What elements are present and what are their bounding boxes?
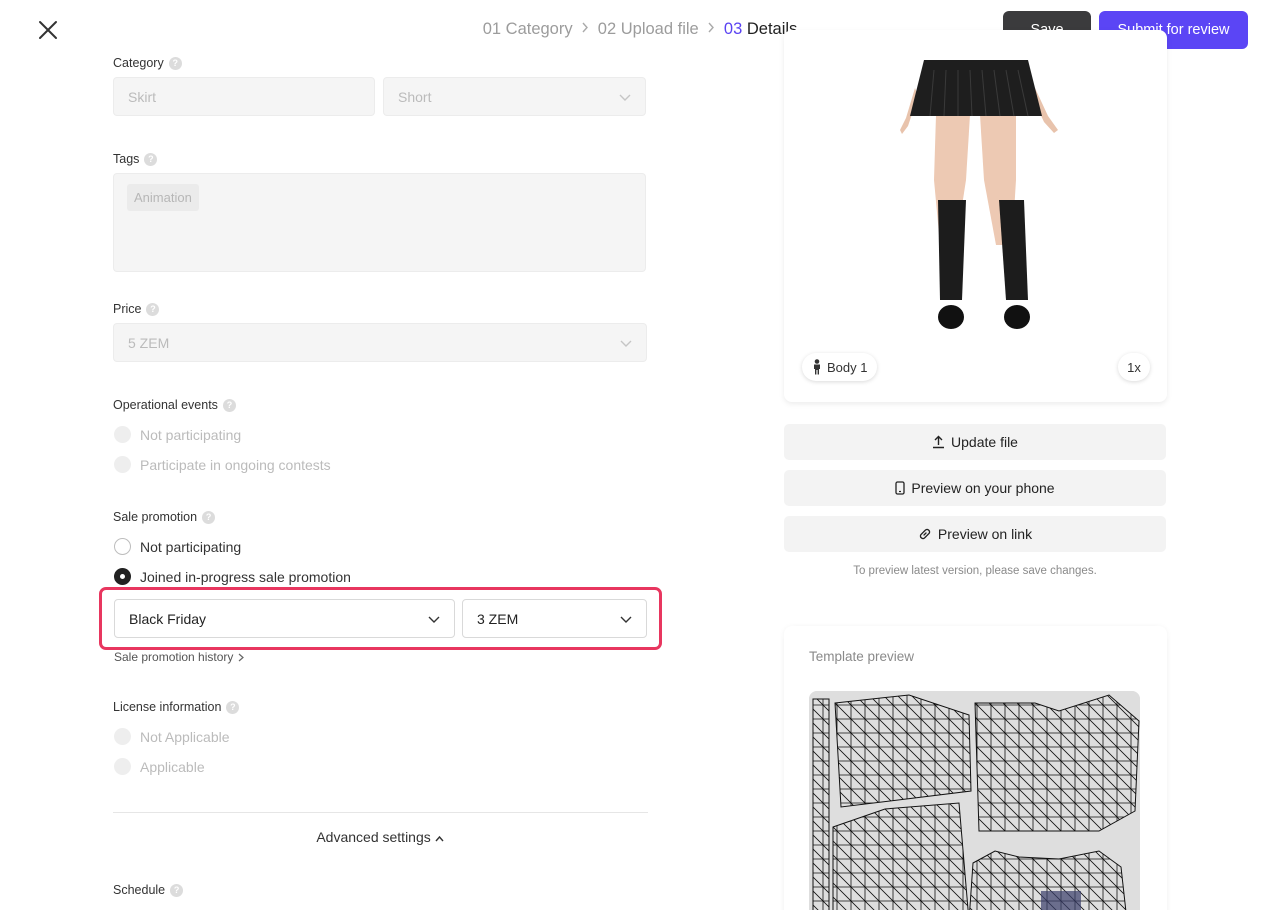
chevron-up-icon [435, 835, 444, 842]
radio-button [114, 728, 131, 745]
radio-button-selected[interactable] [114, 568, 131, 585]
operational-events-label: Operational events? [113, 398, 236, 412]
radio-license-not-applicable: Not Applicable [114, 728, 230, 745]
price-label: Price? [113, 302, 160, 316]
link-icon [919, 528, 931, 540]
preview-on-phone-button[interactable]: Preview on your phone [784, 470, 1166, 506]
template-preview-title: Template preview [809, 649, 915, 664]
chevron-right-icon [707, 19, 715, 38]
help-icon[interactable]: ? [222, 398, 236, 412]
subcategory-select: Short [383, 77, 646, 116]
help-icon[interactable]: ? [226, 700, 240, 714]
update-file-button[interactable]: Update file [784, 424, 1166, 460]
phone-icon [895, 481, 906, 495]
step-1[interactable]: 01 Category [483, 20, 573, 38]
sale-event-select[interactable]: Black Friday [114, 599, 455, 638]
chevron-down-icon [428, 616, 440, 623]
license-label: License information? [113, 700, 240, 714]
advanced-settings-toggle[interactable]: Advanced settings [0, 829, 760, 845]
person-icon [814, 359, 820, 375]
sale-promotion-label: Sale promotion? [113, 510, 216, 524]
chevron-right-icon [238, 653, 245, 661]
help-icon[interactable]: ? [144, 152, 158, 166]
help-icon[interactable]: ? [170, 883, 184, 897]
sale-event-value: Black Friday [129, 610, 207, 627]
chevron-down-icon [620, 340, 632, 347]
upload-icon [933, 435, 945, 449]
radio-button [114, 758, 131, 775]
save-hint-text: To preview latest version, please save c… [853, 565, 1097, 577]
schedule-label: Schedule? [113, 883, 184, 897]
radio-participate-contests: Participate in ongoing contests [114, 456, 331, 473]
sale-price-value: 3 ZEM [477, 610, 519, 627]
category-field: Skirt [113, 77, 375, 116]
radio-not-participating-events: Not participating [114, 426, 241, 443]
radio-button [114, 426, 131, 443]
sale-promotion-history-link[interactable]: Sale promotion history [114, 650, 245, 664]
radio-button [114, 456, 131, 473]
chevron-down-icon [619, 94, 631, 101]
sale-price-select[interactable]: 3 ZEM [462, 599, 647, 638]
tag-chip: Animation [127, 184, 199, 211]
divider [113, 812, 648, 813]
zoom-chip[interactable]: 1x [1118, 353, 1150, 381]
chevron-down-icon [620, 616, 632, 623]
model-preview-image [900, 60, 1058, 329]
category-value: Skirt [128, 88, 156, 105]
price-select: 5 ZEM [113, 323, 647, 362]
model-preview-card[interactable]: Body 1 1x [784, 30, 1167, 402]
category-label: Category? [113, 56, 182, 70]
radio-sale-not-participating[interactable]: Not participating [114, 538, 241, 555]
body-selector-chip[interactable]: Body 1 [802, 353, 878, 381]
step-2[interactable]: 02 Upload file [598, 20, 699, 38]
radio-button[interactable] [114, 538, 131, 555]
radio-license-applicable: Applicable [114, 758, 205, 775]
tags-label: Tags? [113, 152, 158, 166]
price-value: 5 ZEM [128, 334, 170, 351]
help-icon[interactable]: ? [202, 510, 216, 524]
template-preview-image[interactable] [809, 691, 1140, 910]
radio-sale-joined[interactable]: Joined in-progress sale promotion [114, 568, 351, 585]
preview-on-link-button[interactable]: Preview on link [784, 516, 1166, 552]
help-icon[interactable]: ? [146, 302, 160, 316]
subcategory-value: Short [398, 88, 432, 105]
help-icon[interactable]: ? [168, 56, 182, 70]
chevron-right-icon [581, 19, 589, 38]
